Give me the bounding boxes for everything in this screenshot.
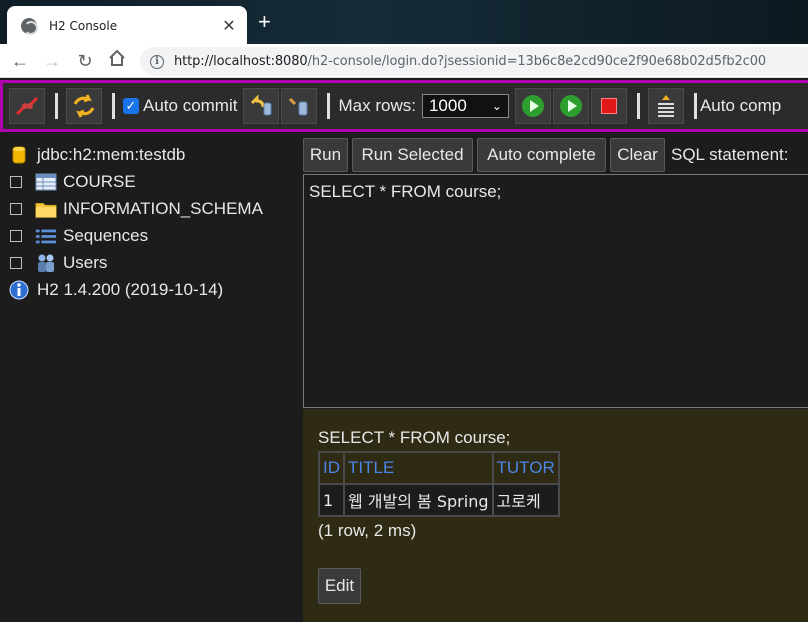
expand-toggle[interactable] [10,176,22,188]
auto-commit-checkbox[interactable]: ✓ [123,98,139,114]
info-circle-icon [8,280,30,300]
column-header-tutor[interactable]: TUTOR [491,451,560,485]
result-status: (1 row, 2 ms) [318,521,417,540]
table-icon [35,172,57,192]
browser-tab[interactable]: H2 Console ✕ [7,6,247,45]
tree-version: H2 1.4.200 (2019-10-14) [8,277,223,303]
refresh-icon [73,94,95,118]
column-header-title[interactable]: TITLE [343,451,494,485]
cancel-button[interactable] [590,88,627,124]
auto-complete-button[interactable]: Auto complete [477,138,606,172]
tree-item-label: Sequences [63,226,149,245]
back-arrow-icon[interactable]: ← [8,49,32,73]
cell-id: 1 [318,483,345,517]
database-icon [10,145,28,165]
users-icon [35,253,57,273]
stop-icon [600,98,617,114]
tree-item-label: INFORMATION_SCHEMA [63,199,263,218]
new-tab-button[interactable]: + [258,11,271,33]
tree-item-users[interactable]: Users [0,250,107,276]
browser-tabstrip: H2 Console ✕ + [0,0,808,45]
rollback-button[interactable] [243,88,280,124]
rollback-icon [251,95,272,116]
toolbar-separator [55,93,58,119]
run-button[interactable] [514,88,551,124]
sql-editor[interactable]: SELECT * FROM course; [303,174,808,408]
tree-item-information-schema[interactable]: INFORMATION_SCHEMA [0,196,263,222]
forward-arrow-icon[interactable]: → [40,49,64,73]
max-rows-select[interactable]: 1000 ⌄ [421,94,509,118]
commit-button[interactable] [281,88,318,124]
expand-toggle[interactable] [10,257,22,269]
toolbar-separator [636,93,640,119]
sql-statement-label: SQL statement: [671,145,789,164]
tree-item-course[interactable]: COURSE [0,169,136,195]
commit-icon [289,97,308,116]
tree-connection[interactable]: jdbc:h2:mem:testdb [10,142,185,168]
cell-tutor: 고로케 [491,483,560,517]
run-selected-query-button[interactable]: Run Selected [352,138,473,172]
home-icon[interactable] [105,49,129,73]
result-header-row: ID TITLE TUTOR [318,451,560,485]
refresh-button[interactable] [66,88,102,124]
history-icon [657,95,674,117]
tree-item-label: COURSE [63,172,136,191]
clear-button[interactable]: Clear [610,138,665,172]
expand-toggle[interactable] [10,203,22,215]
connection-label: jdbc:h2:mem:testdb [37,145,186,164]
run-selected-icon [559,95,582,117]
max-rows-label: Max rows: [338,96,416,115]
tree-item-label: Users [63,253,108,272]
run-selected-button[interactable] [552,88,589,124]
expand-toggle[interactable] [10,230,22,242]
result-panel: SELECT * FROM course; ID TITLE TUTOR 1 웹… [303,409,808,622]
cell-title: 웹 개발의 봄 Spring [343,483,494,517]
disconnect-icon [15,96,39,116]
toolbar-separator [112,93,115,119]
h2-toolbar: ✓ Auto commit Max rows: 1000 ⌄ Auto comp [0,80,808,132]
result-query-text: SELECT * FROM course; [318,428,511,447]
chevron-down-icon: ⌄ [491,99,502,113]
table-row: 1 웹 개발의 봄 Spring 고로케 [318,483,560,517]
edit-button[interactable]: Edit [318,568,361,604]
tab-title: H2 Console [49,18,118,33]
disconnect-button[interactable] [9,88,45,124]
toolbar-separator [693,93,697,119]
toolbar-separator [327,93,331,119]
auto-commit-label: Auto commit [143,96,238,115]
auto-complete-label: Auto comp [699,96,782,115]
run-icon [521,95,544,117]
result-table: ID TITLE TUTOR 1 웹 개발의 봄 Spring 고로케 [318,451,560,517]
close-tab-icon[interactable]: ✕ [217,16,241,36]
run-query-button[interactable]: Run [303,138,348,172]
sequences-icon [35,226,57,246]
version-label: H2 1.4.200 (2019-10-14) [37,280,224,299]
tree-item-sequences[interactable]: Sequences [0,223,148,249]
history-button[interactable] [647,88,684,124]
column-header-id[interactable]: ID [318,451,345,485]
url-text: http://localhost:8080/h2-console/login.d… [174,54,767,69]
info-icon[interactable]: i [150,54,164,69]
address-bar[interactable]: i http://localhost:8080/h2-console/login… [140,47,808,76]
schema-tree: jdbc:h2:mem:testdb COURSE INFORMATION_SC… [0,134,300,622]
folder-icon [35,199,57,219]
browser-navbar: ← → ↻ i http://localhost:8080/h2-console… [0,44,808,78]
reload-icon[interactable]: ↻ [73,49,97,73]
globe-icon [21,17,38,35]
